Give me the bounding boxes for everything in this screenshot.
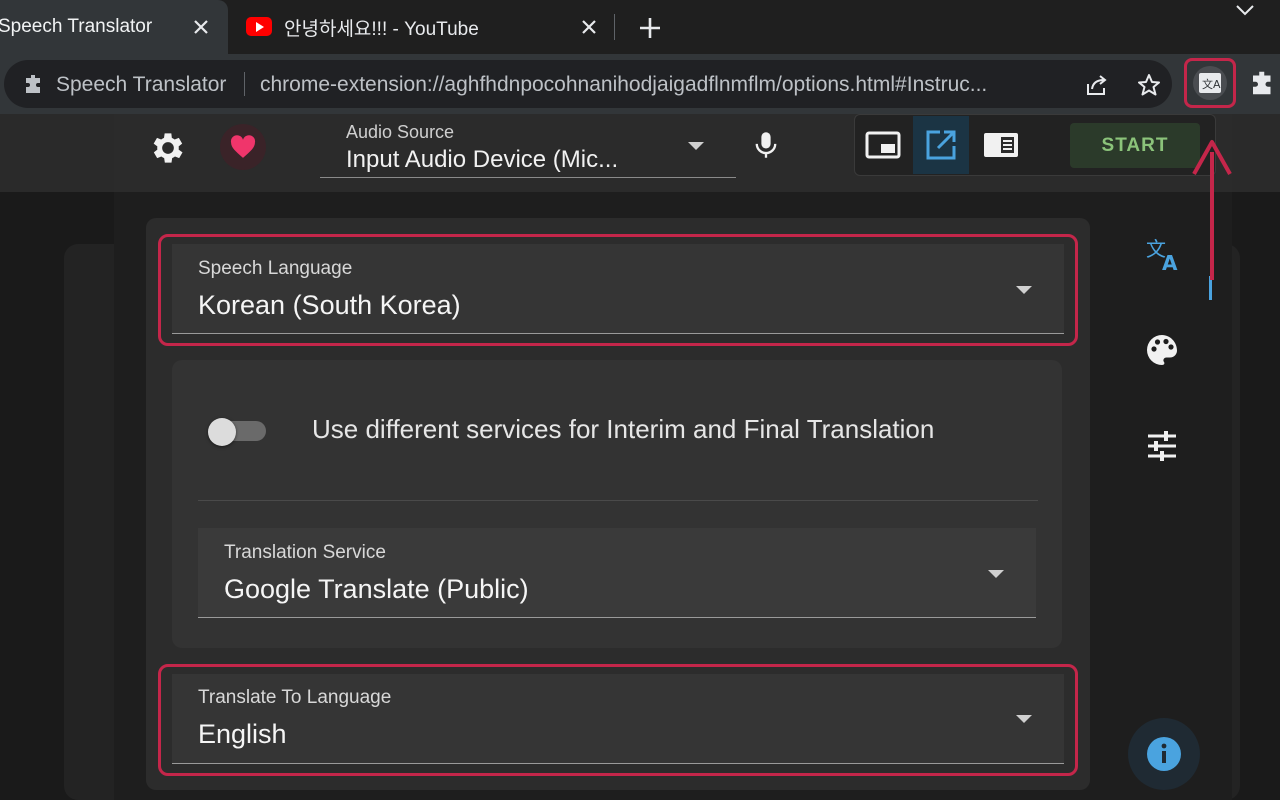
svg-text:A: A <box>1162 251 1178 274</box>
toggle-knob <box>208 418 236 446</box>
browser-toolbar: Speech Translator chrome-extension://agh… <box>0 54 1280 114</box>
translation-service-value: Google Translate (Public) <box>224 574 529 604</box>
translation-service-label: Translation Service <box>224 542 386 563</box>
side-panel-icon[interactable] <box>973 116 1029 174</box>
translation-service-card: Use different services for Interim and F… <box>172 360 1062 648</box>
palette-icon[interactable] <box>1144 332 1184 372</box>
info-button[interactable] <box>1128 718 1200 790</box>
bookmark-star-icon[interactable] <box>1136 72 1162 98</box>
info-icon <box>1147 737 1181 771</box>
different-services-toggle[interactable] <box>208 418 270 446</box>
svg-text:文A: 文A <box>1202 77 1221 91</box>
translate-icon[interactable]: 文A <box>1144 234 1184 275</box>
highlight-box <box>158 234 1078 346</box>
extension-popup: Audio Source Input Audio Device (Mic... … <box>114 114 1232 800</box>
new-tab-icon[interactable] <box>636 14 664 42</box>
popup-header: Audio Source Input Audio Device (Mic... … <box>114 114 1232 192</box>
divider <box>198 500 1038 501</box>
share-icon[interactable] <box>1084 72 1110 98</box>
heart-icon <box>230 135 256 158</box>
close-tab-icon[interactable] <box>578 16 600 38</box>
tune-icon[interactable] <box>1144 428 1184 468</box>
extensions-icon[interactable] <box>1248 68 1278 98</box>
translation-service-select[interactable]: Translation Service Google Translate (Pu… <box>198 528 1036 618</box>
audio-source-select[interactable]: Audio Source Input Audio Device (Mic... <box>320 116 736 178</box>
divider <box>244 72 245 96</box>
url-text[interactable]: chrome-extension://aghfhdnpocohnanihodja… <box>260 73 1072 97</box>
tab-separator <box>614 14 615 40</box>
chevron-down-icon <box>988 570 1004 578</box>
open-in-new-icon[interactable] <box>913 116 969 174</box>
tab-title: 안녕하세요!!! - YouTube <box>284 18 479 40</box>
start-button[interactable]: START <box>1070 123 1200 168</box>
tab-title: Speech Translator <box>0 16 153 37</box>
youtube-icon <box>246 17 272 36</box>
translate-icon: 文A <box>1193 66 1227 100</box>
site-name: Speech Translator <box>56 73 227 96</box>
microphone-icon[interactable] <box>752 130 780 160</box>
address-bar[interactable]: Speech Translator chrome-extension://agh… <box>4 60 1172 108</box>
tab-youtube[interactable]: 안녕하세요!!! - YouTube <box>232 0 612 54</box>
annotation-arrow-icon <box>1190 134 1234 280</box>
chevron-down-icon[interactable] <box>1234 2 1256 18</box>
picture-in-picture-icon[interactable] <box>855 116 911 174</box>
audio-source-value: Input Audio Device (Mic... <box>346 146 619 173</box>
tab-strip: Speech Translator 안녕하세요!!! - YouTube <box>0 0 1280 54</box>
chevron-down-icon <box>688 142 704 150</box>
speech-translator-extension-button[interactable]: 文A <box>1184 58 1236 108</box>
highlight-box <box>158 664 1078 776</box>
audio-source-label: Audio Source <box>346 122 455 142</box>
close-tab-icon[interactable] <box>190 16 212 38</box>
gear-icon[interactable] <box>148 128 188 168</box>
puzzle-icon[interactable] <box>22 72 46 96</box>
tab-speech-translator[interactable]: Speech Translator <box>0 0 228 54</box>
donate-heart-button[interactable] <box>220 124 266 170</box>
toggle-label: Use different services for Interim and F… <box>312 414 935 444</box>
